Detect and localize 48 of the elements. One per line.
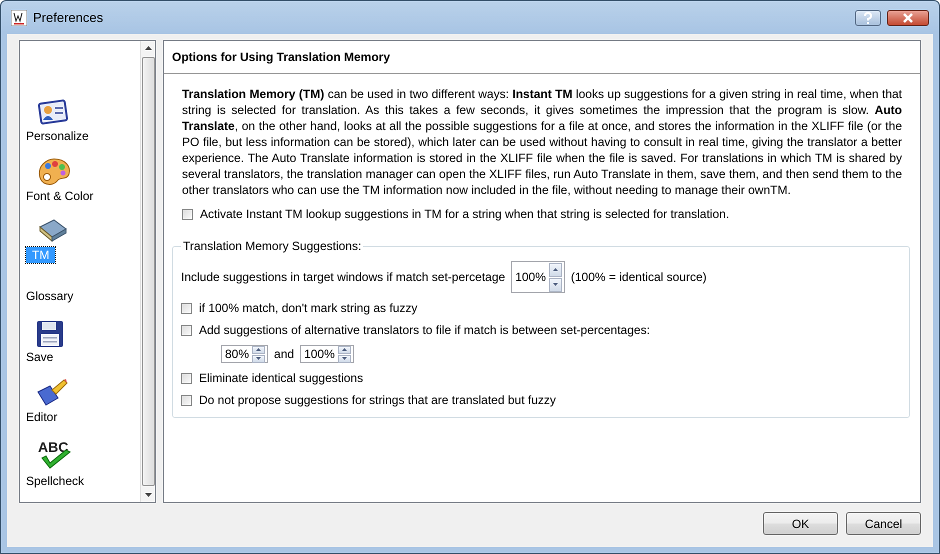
checkbox[interactable] [181, 394, 192, 406]
spin-down-button[interactable] [548, 278, 562, 292]
percentage-spinner[interactable]: 100% [300, 345, 354, 363]
group-title: Translation Memory Suggestions: [182, 239, 362, 253]
field-label: Include suggestions in target windows if match set-percetage [181, 270, 506, 284]
category-item[interactable]: Glossary [26, 289, 140, 303]
help-button[interactable] [855, 10, 881, 26]
range-joiner: and [274, 347, 294, 361]
down-triangle-icon [256, 357, 262, 360]
checkbox[interactable] [181, 372, 192, 384]
brush-icon [36, 378, 68, 408]
up-triangle-icon [342, 348, 347, 351]
checkbox[interactable] [182, 208, 193, 220]
close-button[interactable] [887, 10, 929, 26]
spin-up-button[interactable] [252, 346, 266, 354]
checkbox-label: Activate Instant TM lookup suggestions in TM for a string when that string is selected for translation. [200, 207, 730, 221]
checkbox-label: Eliminate identical suggestions [199, 371, 364, 385]
scrollbar[interactable] [140, 41, 155, 502]
checkbox[interactable] [181, 324, 192, 336]
palette-icon [36, 157, 72, 187]
checkbox-label: Do not propose suggestions for strings that are translated but fuzzy [199, 393, 556, 407]
dialog-button[interactable]: Cancel [846, 512, 921, 535]
spin-up-button[interactable] [338, 346, 351, 354]
spin-up-button[interactable] [548, 262, 562, 276]
checkbox[interactable] [181, 302, 192, 314]
app-logo-icon [11, 10, 27, 26]
percentage-spinner[interactable]: 80% [221, 345, 268, 363]
window-title: Preferences [33, 10, 104, 25]
description-paragraph: Translation Memory (TM) can be used in two different ways: Instant TM looks up suggestions for a given string in real time, when that string is selected for translation. As this takes a few seconds, it gives sometimes the impression that the program is slow. Auto Translate, on the other hand, looks at all the possible suggestions for a file at once, and stores the information in the XLIFF file (or the PO file, but less information can be stored), which later can be used without having to consult in real time, giving the translator a better experience. The Auto Translate information is stored in the XLIFF file when the file is saved. For translations in which TM is shared by several translators, the translation manager can open the XLIFF files, run Auto Translate in them, save them, and then send them to the other translators who can use the TM information now included in the file, without needing to manage their ownTM. [182, 86, 902, 198]
checkbox-label: Add suggestions of alternative translators to file if match is between set-percentages: [199, 323, 650, 337]
checkbox-label: if 100% match, don't mark string as fuzzy [199, 301, 418, 315]
field-note: (100% = identical source) [570, 270, 707, 284]
down-triangle-icon [342, 357, 347, 360]
category-item[interactable]: ABC Spellcheck [26, 438, 140, 488]
spin-down-button[interactable] [338, 354, 351, 362]
close-icon [902, 12, 914, 22]
panel-title: Options for Using Translation Memory [164, 41, 920, 74]
down-triangle-icon [552, 283, 558, 286]
up-triangle-icon [552, 268, 558, 271]
category-item[interactable]: Personalize [26, 99, 140, 143]
spin-down-button[interactable] [252, 354, 266, 362]
help-icon [863, 12, 873, 24]
percentage-spinner[interactable]: 100% [511, 261, 565, 293]
category-item[interactable]: Editor [26, 378, 140, 424]
up-triangle-icon [256, 348, 262, 351]
category-item[interactable]: Font & Color [26, 157, 140, 203]
dialog-button[interactable]: OK [763, 512, 838, 535]
category-item[interactable]: Save [26, 320, 140, 364]
